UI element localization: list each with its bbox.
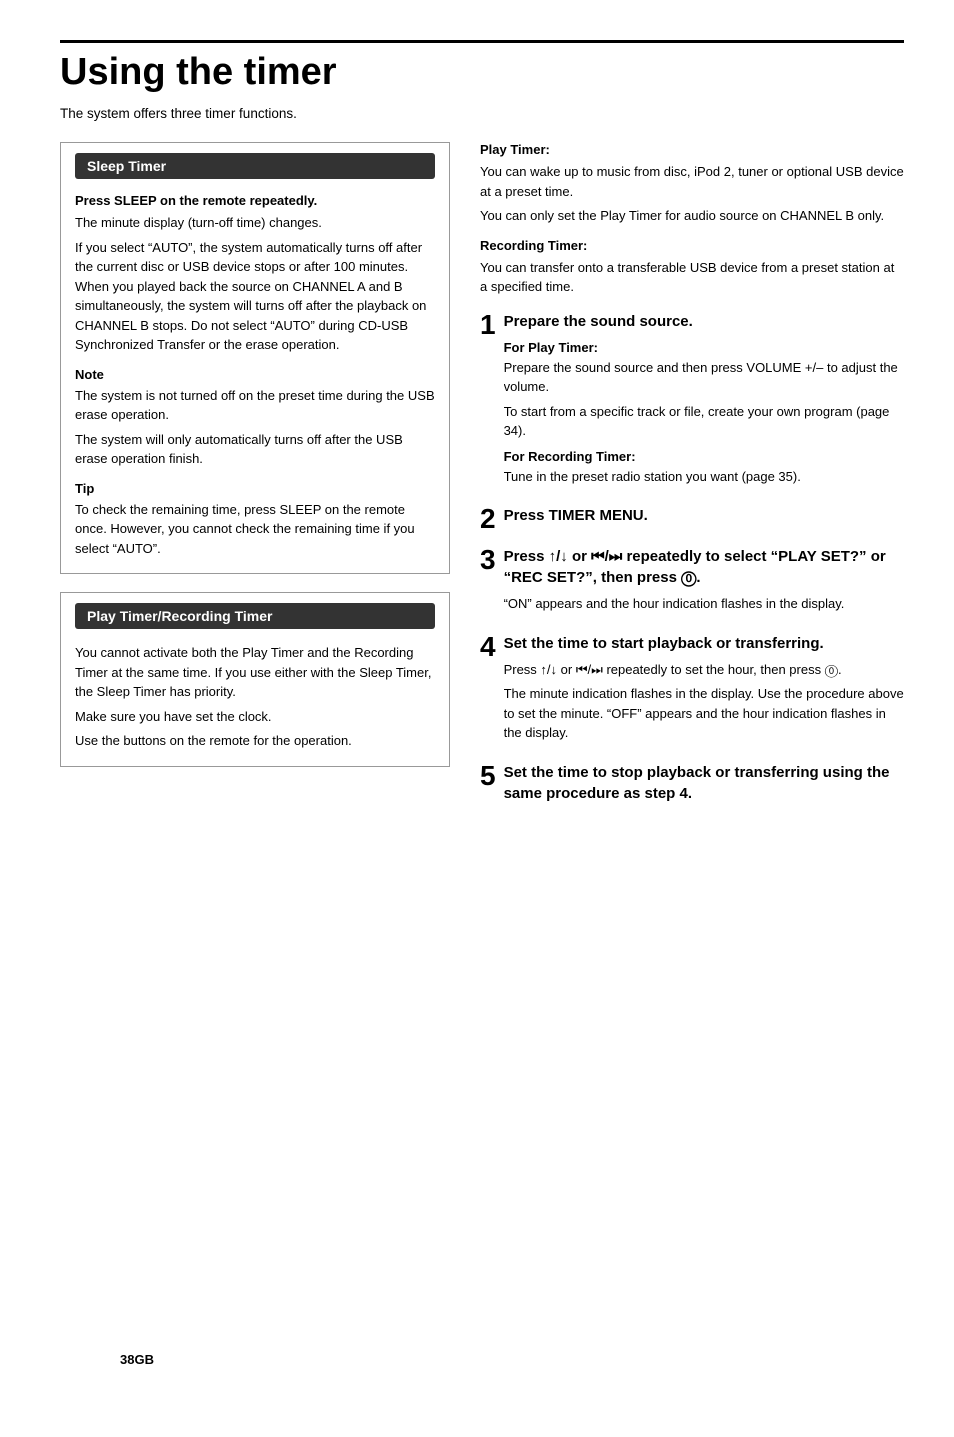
recording-timer-title: Recording Timer: xyxy=(480,238,904,253)
step-heading-5: Set the time to stop playback or transfe… xyxy=(504,762,904,804)
step-4: 4 Set the time to start playback or trans… xyxy=(480,633,904,748)
steps-container: 1 Prepare the sound source. For Play Timer… xyxy=(480,311,904,810)
tip-para: To check the remaining time, press SLEEP… xyxy=(75,500,435,559)
right-column: Play Timer: You can wake up to music fro… xyxy=(480,142,904,824)
step-number-5: 5 xyxy=(480,762,496,790)
step-1: 1 Prepare the sound source. For Play Timer… xyxy=(480,311,904,492)
step-sub-text-1-0: Prepare the sound source and then press … xyxy=(504,358,904,397)
play-timer-p1: You can wake up to music from disc, iPod… xyxy=(480,162,904,201)
note-para-2: The system will only automatically turns… xyxy=(75,430,435,469)
page-number: 38GB xyxy=(120,1352,154,1367)
step-2: 2 Press TIMER MENU. xyxy=(480,505,904,532)
note-para-1: The system is not turned off on the pres… xyxy=(75,386,435,425)
play-timer-p2: You can only set the Play Timer for audi… xyxy=(480,206,904,226)
play-timer-intro-3: Use the buttons on the remote for the op… xyxy=(75,731,435,751)
page-title: Using the timer xyxy=(60,40,904,94)
tip-title: Tip xyxy=(75,481,435,496)
step-heading-3: Press ↑/↓ or ⏮/⏭ repeatedly to select “P… xyxy=(504,546,904,588)
play-timer-intro-2: Make sure you have set the clock. xyxy=(75,707,435,727)
play-timer-section: Play Timer/Recording Timer You cannot ac… xyxy=(60,592,450,767)
step-number-2: 2 xyxy=(480,505,496,533)
step-sub-text-4-0: The minute indication flashes in the dis… xyxy=(504,684,904,743)
step-number-3: 3 xyxy=(480,546,496,574)
step-sub-text-1-1: Tune in the preset radio station you wan… xyxy=(504,467,904,487)
sleep-para-2: If you select “AUTO”, the system automat… xyxy=(75,238,435,355)
play-timer-heading: Play Timer/Recording Timer xyxy=(75,603,435,629)
step-sub-text-3-0: “ON” appears and the hour indication fla… xyxy=(504,594,904,614)
sleep-timer-heading: Sleep Timer xyxy=(75,153,435,179)
play-timer-intro-1: You cannot activate both the Play Timer … xyxy=(75,643,435,702)
step-sub-text-1-0: To start from a specific track or file, … xyxy=(504,402,904,441)
step-sub-heading-1-1: For Recording Timer: xyxy=(504,449,904,464)
step-number-4: 4 xyxy=(480,633,496,661)
sleep-press-title: Press SLEEP on the remote repeatedly. xyxy=(75,193,435,208)
recording-timer-p: You can transfer onto a transferable USB… xyxy=(480,258,904,297)
step-sub-heading-1-0: For Play Timer: xyxy=(504,340,904,355)
step-heading-1: Prepare the sound source. xyxy=(504,311,904,332)
sleep-para-1: The minute display (turn-off time) chang… xyxy=(75,213,435,233)
intro-text: The system offers three timer functions. xyxy=(60,104,904,124)
step-heading-2: Press TIMER MENU. xyxy=(504,505,904,526)
step-heading-4: Set the time to start playback or transf… xyxy=(504,633,904,654)
step-3: 3 Press ↑/↓ or ⏮/⏭ repeatedly to select “… xyxy=(480,546,904,619)
note-title: Note xyxy=(75,367,435,382)
play-timer-title: Play Timer: xyxy=(480,142,904,157)
step-5: 5 Set the time to stop playback or transf… xyxy=(480,762,904,810)
step-sub-text-4-0: Press ↑/↓ or ⏮/⏭ repeatedly to set the h… xyxy=(504,660,904,680)
left-column: Sleep Timer Press SLEEP on the remote re… xyxy=(60,142,450,824)
sleep-timer-section: Sleep Timer Press SLEEP on the remote re… xyxy=(60,142,450,574)
step-number-1: 1 xyxy=(480,311,496,339)
